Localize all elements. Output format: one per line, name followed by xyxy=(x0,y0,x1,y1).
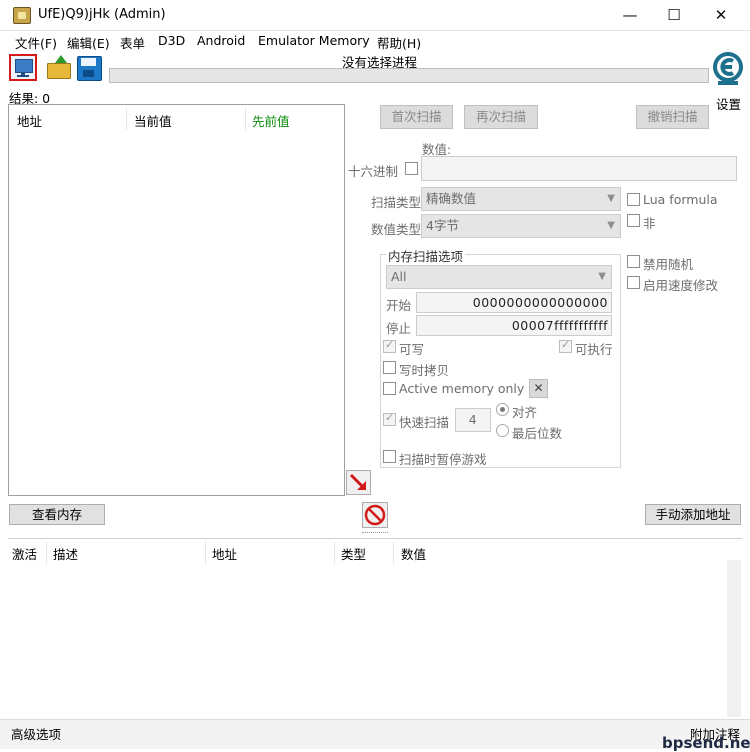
executable-checkbox[interactable] xyxy=(559,338,572,353)
copy-on-write-label: 写时拷贝 xyxy=(399,363,450,378)
memory-region-select[interactable]: All ▼ xyxy=(386,265,612,289)
column-description[interactable]: 描述 xyxy=(53,544,78,563)
writable-label: 可写 xyxy=(399,342,425,357)
menu-help[interactable]: 帮助(H) xyxy=(377,33,421,52)
stop-label: 停止 xyxy=(386,321,412,336)
app-icon xyxy=(13,7,31,24)
window-title: UfE)Q9)jHk (Admin) xyxy=(38,7,166,22)
next-scan-button[interactable]: 再次扫描 xyxy=(464,105,538,129)
clear-list-button[interactable] xyxy=(362,502,388,528)
value-type-label: 数值类型 xyxy=(371,222,422,237)
disable-random-checkbox[interactable] xyxy=(627,255,640,268)
add-address-manually-button[interactable]: 手动添加地址 xyxy=(645,504,741,525)
not-label: 非 xyxy=(643,216,656,231)
stop-address-input[interactable]: 00007fffffffffff xyxy=(416,315,612,336)
hex-label: 十六进制 xyxy=(348,164,399,179)
column-current-value[interactable]: 当前值 xyxy=(134,111,172,130)
scan-results-list[interactable]: 地址 当前值 先前值 xyxy=(8,104,345,496)
monitor-icon xyxy=(15,59,33,73)
save-button[interactable] xyxy=(75,54,103,81)
speedhack-checkbox[interactable] xyxy=(627,276,640,289)
value-type-value: 4字节 xyxy=(426,218,459,233)
executable-label: 可执行 xyxy=(575,342,613,357)
open-file-button[interactable] xyxy=(45,54,73,81)
memory-scan-options-title: 内存扫描选项 xyxy=(386,246,466,265)
view-memory-button[interactable]: 查看内存 xyxy=(9,504,105,525)
scan-type-value: 精确数值 xyxy=(426,191,477,206)
column-previous-value[interactable]: 先前值 xyxy=(252,111,290,130)
settings-button[interactable]: 设置 xyxy=(716,94,741,113)
writable-checkbox[interactable] xyxy=(383,338,396,353)
chevron-down-icon: ▼ xyxy=(598,271,606,282)
start-label: 开始 xyxy=(386,298,412,313)
menu-d3d[interactable]: D3D xyxy=(158,33,185,48)
arrow-down-right-icon xyxy=(349,473,366,490)
advanced-options-button[interactable]: 高级选项 xyxy=(11,724,61,743)
menu-android[interactable]: Android xyxy=(197,33,245,48)
menu-file[interactable]: 文件(F) xyxy=(15,33,57,52)
active-memory-only-checkbox[interactable] xyxy=(383,382,396,395)
close-button[interactable]: ✕ xyxy=(697,0,745,31)
fast-scan-value-input[interactable]: 4 xyxy=(455,408,491,432)
pause-game-label: 扫描时暂停游戏 xyxy=(399,452,487,467)
last-digits-label: 最后位数 xyxy=(512,426,563,441)
menu-emulator-memory[interactable]: Emulator Memory xyxy=(258,33,370,48)
active-memory-only-label: Active memory only xyxy=(399,381,525,396)
disable-random-label: 禁用随机 xyxy=(643,257,694,272)
maximize-button[interactable]: ☐ xyxy=(650,0,698,31)
chevron-down-icon: ▼ xyxy=(607,220,615,231)
first-scan-button[interactable]: 首次扫描 xyxy=(380,105,453,129)
column-value[interactable]: 数值 xyxy=(401,544,426,563)
value-type-select[interactable]: 4字节 ▼ xyxy=(421,214,621,238)
speedhack-label: 启用速度修改 xyxy=(643,278,719,293)
hex-checkbox[interactable] xyxy=(405,162,418,175)
alignment-radio[interactable] xyxy=(496,403,509,416)
close-icon[interactable]: ✕ xyxy=(529,379,548,398)
column-active[interactable]: 激活 xyxy=(12,544,37,563)
pause-game-checkbox[interactable] xyxy=(383,450,396,463)
not-checkbox[interactable] xyxy=(627,214,640,227)
address-list[interactable]: 激活 描述 地址 类型 数值 xyxy=(8,538,742,718)
start-address-input[interactable]: 0000000000000000 xyxy=(416,292,612,313)
alignment-label: 对齐 xyxy=(512,405,538,420)
column-type[interactable]: 类型 xyxy=(341,544,366,563)
folder-open-icon xyxy=(47,63,71,79)
add-to-list-button[interactable] xyxy=(346,470,371,495)
column-address[interactable]: 地址 xyxy=(212,544,237,563)
splitter-handle[interactable] xyxy=(362,532,388,535)
copy-on-write-checkbox[interactable] xyxy=(383,361,396,374)
last-digits-radio[interactable] xyxy=(496,424,509,437)
menu-edit[interactable]: 编辑(E) xyxy=(67,33,110,52)
select-process-button[interactable] xyxy=(9,54,37,81)
column-address[interactable]: 地址 xyxy=(17,111,42,130)
scan-progress-bar xyxy=(109,68,709,83)
watermark: bpsend.net xyxy=(662,734,750,752)
memory-region-value: All xyxy=(391,269,407,284)
cheat-engine-logo-icon[interactable] xyxy=(713,52,743,86)
fast-scan-checkbox[interactable] xyxy=(383,411,396,426)
chevron-down-icon: ▼ xyxy=(607,193,615,204)
address-list-scrollbar[interactable] xyxy=(727,560,741,717)
undo-scan-button[interactable]: 撤销扫描 xyxy=(636,105,709,129)
scan-type-label: 扫描类型 xyxy=(371,195,422,210)
menu-bar: 文件(F) 编辑(E) 表单 D3D Android Emulator Memo… xyxy=(0,31,750,51)
lua-formula-label: Lua formula xyxy=(643,192,718,207)
title-bar[interactable]: UfE)Q9)jHk (Admin) — ☐ ✕ xyxy=(0,0,750,31)
value-input[interactable] xyxy=(421,156,737,181)
status-bar: 高级选项 附加注释 bpsend.net xyxy=(0,719,750,752)
fast-scan-label: 快速扫描 xyxy=(399,415,450,430)
lua-formula-checkbox[interactable] xyxy=(627,193,640,206)
no-entry-icon xyxy=(364,504,386,526)
scan-type-select[interactable]: 精确数值 ▼ xyxy=(421,187,621,211)
menu-table[interactable]: 表单 xyxy=(120,33,145,52)
minimize-button[interactable]: — xyxy=(606,0,654,31)
